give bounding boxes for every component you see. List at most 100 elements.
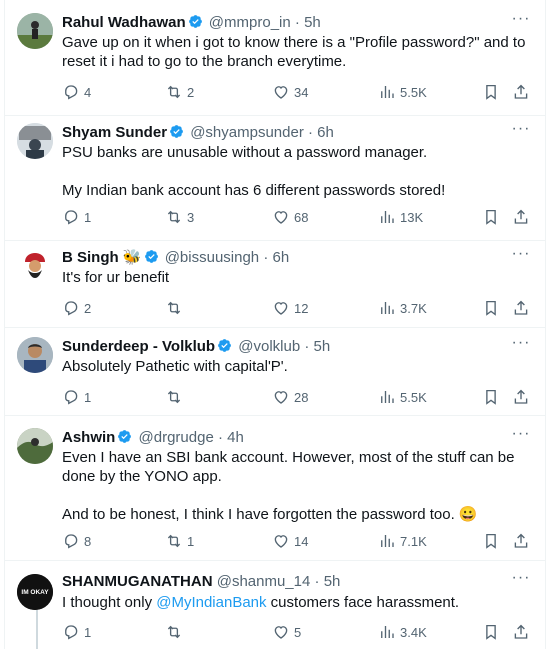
like-button[interactable]: 12: [272, 298, 308, 318]
share-button[interactable]: [512, 387, 530, 407]
like-count: 5: [294, 624, 302, 640]
like-button[interactable]: 5: [272, 622, 301, 642]
bookmark-button[interactable]: [482, 622, 500, 642]
share-button[interactable]: [512, 82, 530, 102]
retweet-button[interactable]: 2: [165, 82, 194, 102]
bookmark-icon: [486, 300, 496, 316]
share-icon: [514, 389, 528, 404]
timestamp[interactable]: 5h: [314, 338, 331, 355]
like-button[interactable]: 34: [272, 82, 308, 102]
retweet-button[interactable]: 3: [165, 207, 194, 227]
more-icon[interactable]: ···: [511, 121, 531, 143]
tweet-sunderdeep[interactable]: Sunderdeep - Volklub @volklub · 5h ··· A…: [5, 327, 545, 416]
views-button[interactable]: 3.4K: [378, 622, 427, 642]
like-button[interactable]: 68: [272, 207, 308, 227]
verified-badge-icon: [188, 15, 202, 28]
timestamp[interactable]: 6h: [273, 249, 290, 266]
share-button[interactable]: [512, 622, 530, 642]
reply-button[interactable]: 1: [62, 622, 91, 642]
display-name[interactable]: Rahul Wadhawan: [62, 14, 186, 31]
bookmark-button[interactable]: [482, 531, 500, 551]
verified-badge-icon: [170, 125, 183, 138]
tweet-text: Even I have an SBI bank account. However…: [62, 449, 515, 523]
avatar[interactable]: [17, 248, 53, 284]
retweet-button[interactable]: [165, 298, 187, 318]
reply-count: 1: [84, 624, 92, 640]
share-icon: [514, 300, 528, 315]
tweet-rahul[interactable]: Rahul Wadhawan @mmpro_in · 5h ··· Gave u…: [5, 0, 545, 116]
retweet-button[interactable]: [165, 387, 187, 407]
share-button[interactable]: [512, 207, 530, 227]
views-button[interactable]: 5.5K: [378, 387, 427, 407]
more-icon[interactable]: ···: [511, 335, 531, 357]
reply-button[interactable]: 2: [62, 298, 91, 318]
avatar[interactable]: [17, 428, 53, 464]
more-icon[interactable]: ···: [511, 426, 531, 448]
more-icon[interactable]: ···: [511, 11, 531, 33]
views-button[interactable]: 13K: [378, 207, 423, 227]
avatar[interactable]: [17, 123, 53, 159]
retweet-count: 2: [187, 84, 195, 100]
bookmark-button[interactable]: [482, 298, 500, 318]
tweet-shanmuganathan[interactable]: IM OKAY SHANMUGANATHAN @shanmu_14 · 5h ·…: [5, 560, 545, 649]
handle[interactable]: @bissuusingh: [165, 249, 259, 266]
verified-badge-icon: [118, 430, 132, 443]
share-button[interactable]: [512, 531, 530, 551]
more-icon[interactable]: ···: [511, 246, 531, 268]
more-icon[interactable]: ···: [511, 570, 531, 592]
display-name[interactable]: Shyam Sunder: [62, 124, 167, 141]
reply-icon: [65, 625, 78, 640]
tweet-actions: 8 1 14 7.1K: [62, 531, 532, 551]
retweet-button[interactable]: 1: [165, 531, 194, 551]
avatar[interactable]: [17, 337, 53, 373]
bookmark-button[interactable]: [482, 207, 500, 227]
timestamp[interactable]: 5h: [304, 14, 321, 31]
tweet-header: Shyam Sunder @shyampsunder · 6h: [62, 124, 334, 141]
timestamp[interactable]: 5h: [324, 573, 341, 590]
timeline: Rahul Wadhawan @mmpro_in · 5h ··· Gave u…: [4, 0, 546, 649]
avatar[interactable]: [17, 13, 53, 49]
views-button[interactable]: 5.5K: [378, 82, 427, 102]
retweet-count: 1: [187, 533, 195, 549]
avatar-text: IM OKAY: [21, 589, 49, 596]
reply-button[interactable]: 1: [62, 387, 91, 407]
share-button[interactable]: [512, 298, 530, 318]
reply-button[interactable]: 1: [62, 207, 91, 227]
bookmark-button[interactable]: [482, 82, 500, 102]
handle[interactable]: @volklub: [238, 338, 300, 355]
like-button[interactable]: 28: [272, 387, 308, 407]
like-count: 28: [294, 389, 309, 405]
bookmark-icon: [486, 624, 496, 640]
tweet-shyam[interactable]: Shyam Sunder @shyampsunder · 6h ··· PSU …: [5, 115, 545, 241]
display-name[interactable]: SHANMUGANATHAN: [62, 573, 213, 590]
retweet-icon: [167, 210, 181, 224]
tweet-header: Rahul Wadhawan @mmpro_in · 5h: [62, 14, 321, 31]
handle[interactable]: @shyampsunder: [190, 124, 304, 141]
bookmark-button[interactable]: [482, 387, 500, 407]
reply-button[interactable]: 8: [62, 531, 91, 551]
timestamp[interactable]: 4h: [227, 429, 244, 446]
mention-link[interactable]: @MyIndianBank: [156, 594, 266, 611]
avatar[interactable]: IM OKAY: [17, 574, 53, 610]
handle[interactable]: @mmpro_in: [209, 14, 291, 31]
tweet-ashwin[interactable]: Ashwin @drgrudge · 4h ··· Even I have an…: [5, 415, 545, 561]
tweet-text: Absolutely Pathetic with capital'P'.: [62, 358, 288, 375]
timestamp[interactable]: 6h: [317, 124, 334, 141]
reply-icon: [65, 534, 78, 549]
reply-button[interactable]: 4: [62, 82, 91, 102]
like-button[interactable]: 14: [272, 531, 308, 551]
tweet-text: I thought only @MyIndianBank customers f…: [62, 594, 460, 611]
reply-count: 8: [84, 533, 92, 549]
like-count: 34: [294, 84, 309, 100]
handle[interactable]: @shanmu_14: [217, 573, 311, 590]
tweet-header: Sunderdeep - Volklub @volklub · 5h: [62, 338, 331, 355]
views-button[interactable]: 7.1K: [378, 531, 427, 551]
handle[interactable]: @drgrudge: [139, 429, 214, 446]
display-name[interactable]: Sunderdeep - Volklub: [62, 338, 215, 355]
display-name[interactable]: B Singh: [62, 249, 119, 266]
display-name[interactable]: Ashwin: [62, 429, 115, 446]
share-icon: [514, 209, 528, 224]
retweet-button[interactable]: [165, 622, 187, 642]
views-button[interactable]: 3.7K: [378, 298, 427, 318]
tweet-bsingh[interactable]: B Singh 🐝 @bissuusingh · 6h ··· It's for…: [5, 240, 545, 328]
